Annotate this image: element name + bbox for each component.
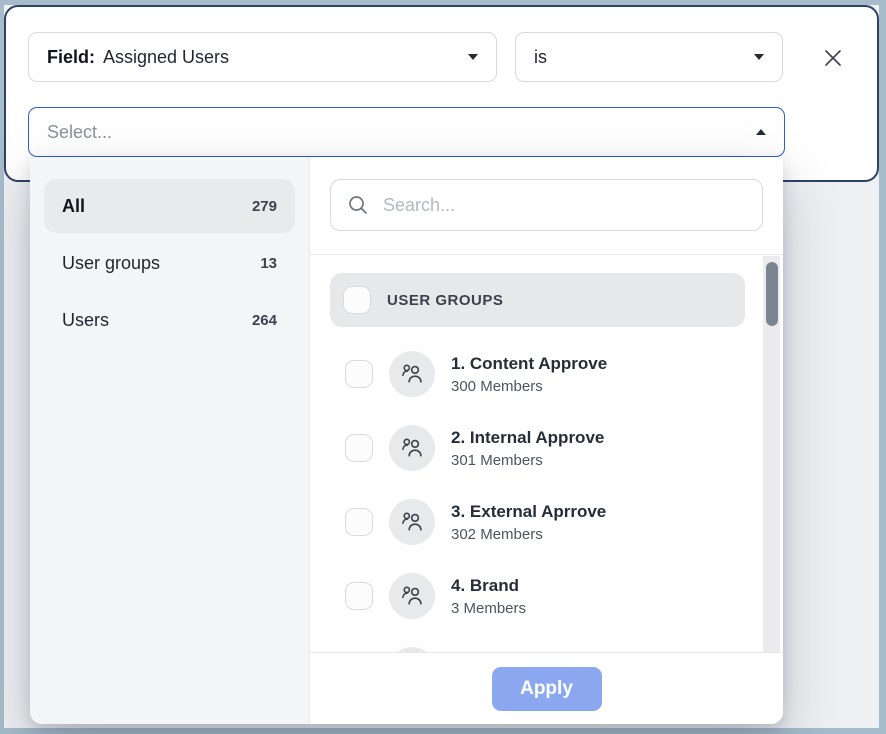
user-group-icon bbox=[399, 361, 425, 387]
chevron-up-icon bbox=[756, 129, 766, 135]
field-value: Assigned Users bbox=[103, 47, 468, 68]
avatar bbox=[389, 351, 435, 397]
select-all-checkbox[interactable] bbox=[343, 286, 371, 314]
avatar bbox=[389, 573, 435, 619]
list-item[interactable]: 3. External Aprrove 302 Members bbox=[330, 495, 745, 549]
list-item[interactable]: 1. Content Approve 300 Members bbox=[330, 347, 745, 401]
popup-footer: Apply bbox=[310, 652, 783, 724]
item-subtitle: 302 Members bbox=[451, 526, 606, 543]
close-icon bbox=[821, 46, 845, 70]
item-title: 4. Brand bbox=[451, 575, 526, 596]
chevron-down-icon bbox=[468, 54, 478, 60]
tab-count: 13 bbox=[260, 255, 277, 272]
group-header-row[interactable]: USER GROUPS bbox=[330, 273, 745, 327]
field-dropdown[interactable]: Field: Assigned Users bbox=[28, 32, 497, 82]
field-label: Field: bbox=[47, 47, 95, 68]
item-title: 2. Internal Approve bbox=[451, 427, 604, 448]
screen: Field: Assigned Users is Select... bbox=[0, 0, 886, 734]
value-select-placeholder: Select... bbox=[47, 122, 756, 143]
search-box[interactable] bbox=[330, 179, 763, 231]
operator-dropdown[interactable]: is bbox=[515, 32, 783, 82]
sidebar-item-user-groups[interactable]: User groups 13 bbox=[44, 236, 295, 290]
list-item-partial[interactable] bbox=[330, 643, 745, 652]
list-item[interactable]: 2. Internal Approve 301 Members bbox=[330, 421, 745, 475]
apply-button[interactable]: Apply bbox=[492, 667, 602, 711]
search-area bbox=[310, 157, 783, 255]
search-input[interactable] bbox=[381, 194, 746, 217]
item-checkbox[interactable] bbox=[345, 582, 373, 610]
item-subtitle: 3 Members bbox=[451, 600, 526, 617]
operator-value: is bbox=[534, 47, 754, 68]
scrollbar-track[interactable] bbox=[763, 256, 780, 652]
item-title: 1. Content Approve bbox=[451, 353, 607, 374]
close-button[interactable] bbox=[818, 43, 848, 73]
select-dropdown-popup: All 279 User groups 13 Users 264 bbox=[30, 157, 783, 724]
item-subtitle: 300 Members bbox=[451, 378, 607, 395]
item-checkbox[interactable] bbox=[345, 508, 373, 536]
group-header-label: USER GROUPS bbox=[387, 292, 503, 309]
user-group-icon bbox=[399, 435, 425, 461]
user-group-icon bbox=[399, 583, 425, 609]
page-background: Field: Assigned Users is Select... bbox=[4, 5, 879, 728]
tab-label: User groups bbox=[62, 253, 160, 274]
avatar bbox=[389, 425, 435, 471]
filter-panel: Field: Assigned Users is Select... bbox=[4, 5, 879, 182]
user-groups-list: USER GROUPS bbox=[310, 255, 783, 652]
sidebar-item-all[interactable]: All 279 bbox=[44, 179, 295, 233]
list-item[interactable]: 4. Brand 3 Members bbox=[330, 569, 745, 623]
item-checkbox[interactable] bbox=[345, 434, 373, 462]
avatar bbox=[389, 647, 435, 652]
results-panel: USER GROUPS bbox=[310, 157, 783, 724]
scrollbar-thumb[interactable] bbox=[766, 262, 778, 326]
tab-label: Users bbox=[62, 310, 109, 331]
category-sidebar: All 279 User groups 13 Users 264 bbox=[30, 157, 310, 724]
tab-count: 264 bbox=[252, 312, 277, 329]
tab-count: 279 bbox=[252, 198, 277, 215]
item-title: 3. External Aprrove bbox=[451, 501, 606, 522]
sidebar-item-users[interactable]: Users 264 bbox=[44, 293, 295, 347]
search-icon bbox=[347, 194, 369, 216]
chevron-down-icon bbox=[754, 54, 764, 60]
item-checkbox[interactable] bbox=[345, 360, 373, 388]
item-subtitle: 301 Members bbox=[451, 452, 604, 469]
user-group-icon bbox=[399, 509, 425, 535]
tab-label: All bbox=[62, 196, 85, 217]
avatar bbox=[389, 499, 435, 545]
value-select[interactable]: Select... bbox=[28, 107, 785, 157]
